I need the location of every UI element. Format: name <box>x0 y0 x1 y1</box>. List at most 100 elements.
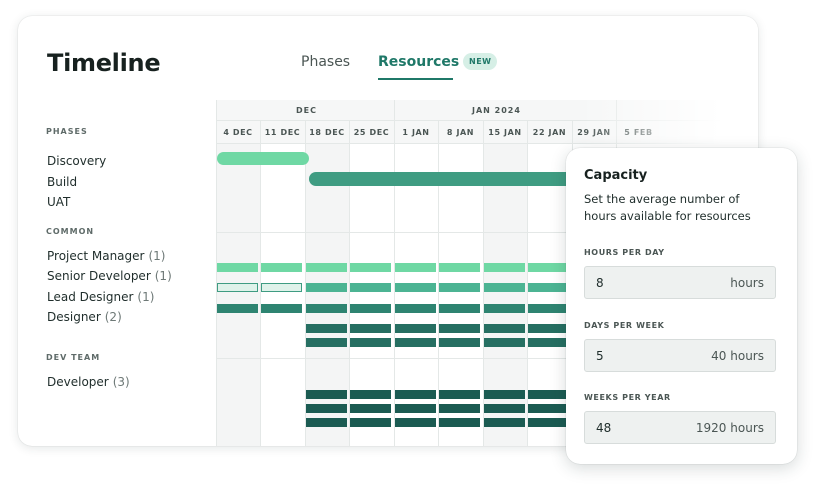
hours-per-day-field[interactable]: 8 hours <box>584 266 776 299</box>
allocation-bar[interactable] <box>528 418 569 427</box>
allocation-bar[interactable] <box>484 418 525 427</box>
allocation-bar[interactable] <box>439 418 480 427</box>
allocation-bar[interactable] <box>350 304 391 313</box>
row-label-developer[interactable]: Developer (3) <box>47 375 130 389</box>
row-name: Designer <box>47 310 101 324</box>
row-label-discovery[interactable]: Discovery <box>47 154 106 168</box>
row-name: UAT <box>47 195 71 209</box>
row-name: Senior Developer <box>47 269 151 283</box>
allocation-bar[interactable] <box>306 283 347 292</box>
field-value: 8 <box>596 276 604 290</box>
active-tab-indicator <box>378 78 453 80</box>
week-label: 11 DEC <box>264 128 301 137</box>
week-label: 5 FEB <box>624 128 653 137</box>
row-label-uat[interactable]: UAT <box>47 195 70 209</box>
week-label: 4 DEC <box>223 128 253 137</box>
allocation-bar[interactable] <box>350 283 391 292</box>
allocation-bar[interactable] <box>528 404 569 413</box>
month-header: DEC JAN 2024 <box>216 100 756 120</box>
allocation-bar[interactable] <box>395 304 436 313</box>
allocation-bar[interactable] <box>395 263 436 272</box>
week-label: 25 DEC <box>353 128 390 137</box>
allocation-bar[interactable] <box>439 263 480 272</box>
field-unit: 1920 hours <box>695 421 764 435</box>
allocation-bar[interactable] <box>484 324 525 333</box>
row-name: Lead Designer <box>47 290 134 304</box>
section-label-phases: PHASES <box>46 127 88 136</box>
allocation-bar[interactable] <box>528 324 569 333</box>
allocation-bar[interactable] <box>484 404 525 413</box>
field-unit: hours <box>730 276 764 290</box>
allocation-bar[interactable] <box>395 324 436 333</box>
weeks-per-year-field[interactable]: 48 1920 hours <box>584 411 776 444</box>
allocation-bar[interactable] <box>306 324 347 333</box>
allocation-bar[interactable] <box>261 263 302 272</box>
allocation-bar[interactable] <box>306 390 347 399</box>
allocation-bar[interactable] <box>484 263 525 272</box>
allocation-bar[interactable] <box>484 390 525 399</box>
row-label-designer[interactable]: Designer (2) <box>47 310 122 324</box>
allocation-bar[interactable] <box>350 263 391 272</box>
allocation-bar[interactable] <box>306 263 347 272</box>
allocation-bar[interactable] <box>439 390 480 399</box>
allocation-bar[interactable] <box>261 304 302 313</box>
allocation-bar[interactable] <box>306 418 347 427</box>
allocation-bar[interactable] <box>395 404 436 413</box>
allocation-bar[interactable] <box>395 390 436 399</box>
week-label: 18 DEC <box>309 128 345 137</box>
allocation-bar[interactable] <box>395 338 436 347</box>
allocation-bar[interactable] <box>350 324 391 333</box>
allocation-bar[interactable] <box>484 304 525 313</box>
phase-bar-build[interactable] <box>309 172 599 186</box>
week-label: 29 JAN <box>577 128 611 137</box>
allocation-bar[interactable] <box>350 390 391 399</box>
allocation-bar[interactable] <box>306 304 347 313</box>
allocation-bar[interactable] <box>528 283 569 292</box>
days-per-week-field[interactable]: 5 40 hours <box>584 339 776 372</box>
grid-line <box>216 100 217 446</box>
grid-shade <box>483 143 527 446</box>
week-header: 4 DEC 11 DEC 18 DEC 25 DEC 1 JAN 8 JAN 1… <box>216 121 756 143</box>
row-count: (2) <box>104 310 122 324</box>
allocation-bar[interactable] <box>217 263 258 272</box>
row-name: Discovery <box>47 154 107 168</box>
capacity-title: Capacity <box>584 168 648 183</box>
allocation-bar[interactable] <box>306 338 347 347</box>
row-count: (1) <box>154 269 172 283</box>
allocation-bar[interactable] <box>439 283 480 292</box>
row-label-lead-designer[interactable]: Lead Designer (1) <box>47 290 154 304</box>
section-label-common: COMMON <box>46 227 95 236</box>
new-badge: NEW <box>463 53 498 70</box>
tab-phases[interactable]: Phases <box>301 54 350 70</box>
allocation-bar[interactable] <box>439 304 480 313</box>
allocation-bar[interactable] <box>439 324 480 333</box>
allocation-bar-partial[interactable] <box>217 283 258 292</box>
row-label-project-manager[interactable]: Project Manager (1) <box>47 249 165 263</box>
field-unit: 40 hours <box>711 349 764 363</box>
tab-resources[interactable]: Resources <box>378 54 459 70</box>
allocation-bar[interactable] <box>350 404 391 413</box>
week-label: 8 JAN <box>446 128 475 137</box>
allocation-bar[interactable] <box>528 338 569 347</box>
allocation-bar[interactable] <box>528 390 569 399</box>
allocation-bar[interactable] <box>350 418 391 427</box>
row-label-senior-developer[interactable]: Senior Developer (1) <box>47 269 172 283</box>
allocation-bar[interactable] <box>350 338 391 347</box>
allocation-bar[interactable] <box>439 404 480 413</box>
allocation-bar[interactable] <box>528 263 569 272</box>
days-per-week-label: DAYS PER WEEK <box>584 321 665 330</box>
allocation-bar[interactable] <box>528 304 569 313</box>
allocation-bar[interactable] <box>217 304 258 313</box>
allocation-bar[interactable] <box>484 338 525 347</box>
allocation-bar[interactable] <box>439 338 480 347</box>
allocation-bar-partial[interactable] <box>261 283 302 292</box>
allocation-bar[interactable] <box>484 283 525 292</box>
allocation-bar[interactable] <box>395 283 436 292</box>
row-count: (3) <box>112 375 130 389</box>
phase-bar-discovery[interactable] <box>217 152 309 165</box>
allocation-bar[interactable] <box>306 404 347 413</box>
week-label: 15 JAN <box>488 128 522 137</box>
grid-line <box>216 120 756 121</box>
allocation-bar[interactable] <box>395 418 436 427</box>
row-label-build[interactable]: Build <box>47 175 77 189</box>
